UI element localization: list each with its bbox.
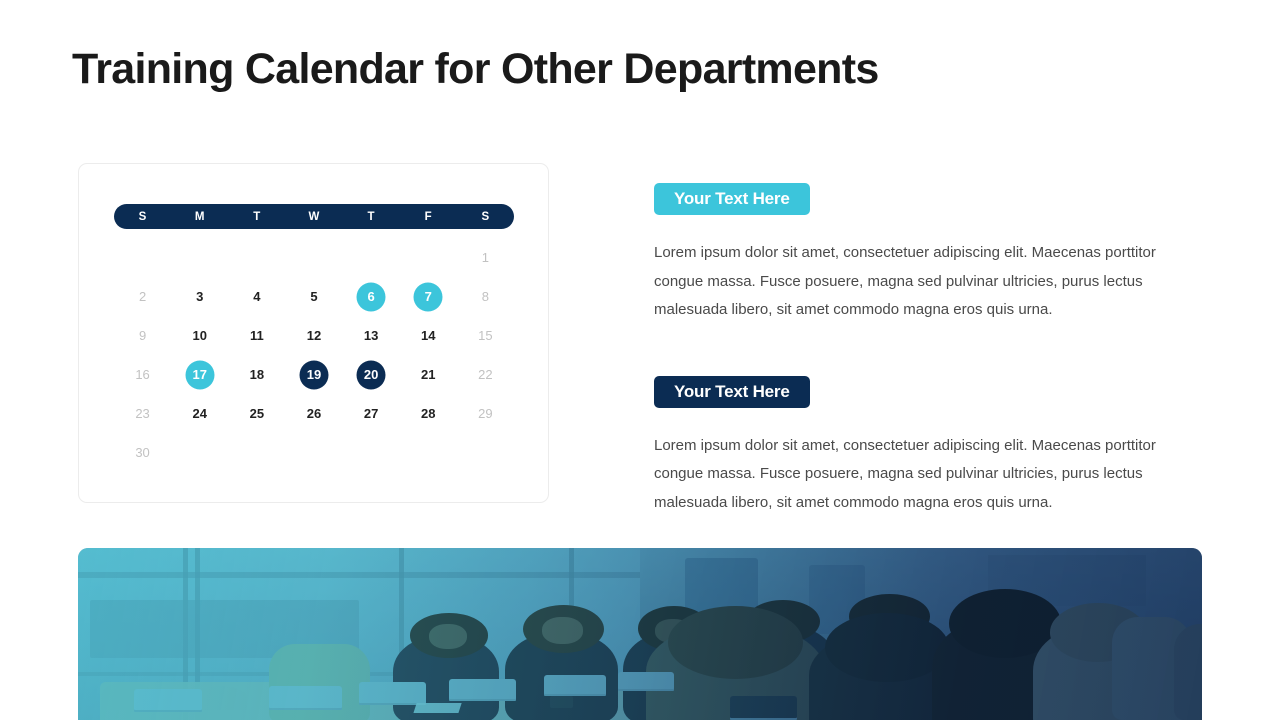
calendar-day-cell-empty <box>343 433 400 472</box>
calendar-day-cell[interactable]: 22 <box>457 355 514 394</box>
weekday-label-sat: S <box>481 210 490 223</box>
calendar-day-cell[interactable]: 2 <box>114 277 171 316</box>
calendar-grid: 1 2 3 4 5 6 7 8 9 10 11 12 13 14 15 16 17 18 19 20 21 22 23 24 2… <box>114 238 514 472</box>
weekday-label-mon: M <box>194 210 205 223</box>
calendar-day-number: 5 <box>310 289 318 304</box>
calendar-day-number: 3 <box>196 289 204 304</box>
calendar-day-cell-empty <box>228 238 285 277</box>
calendar-day-number: 7 <box>424 289 432 304</box>
calendar-day-cell[interactable]: 9 <box>114 316 171 355</box>
calendar-day-cell-empty <box>400 433 457 472</box>
calendar-day-number: 11 <box>249 328 264 343</box>
calendar-day-cell-empty <box>343 238 400 277</box>
calendar-day-cell[interactable]: 18 <box>228 355 285 394</box>
calendar-day-cell[interactable]: 30 <box>114 433 171 472</box>
calendar-day-number: 29 <box>478 406 493 421</box>
weekday-label-sun: S <box>138 210 147 223</box>
your-text-here-button-secondary[interactable]: Your Text Here <box>654 375 810 408</box>
calendar-card: S M T W T F S 1 2 3 4 5 6 7 8 9 10 11 12 13 14 15 16 17 1… <box>78 163 549 503</box>
calendar-day-number: 23 <box>135 406 150 421</box>
calendar-day-number: 28 <box>421 406 436 421</box>
calendar-weekday-header: S M T W T F S <box>114 204 514 229</box>
calendar-week-row: 2 3 4 5 6 7 8 <box>114 277 514 316</box>
calendar-week-row: 30 <box>114 433 514 472</box>
your-text-here-button-primary[interactable]: Your Text Here <box>654 183 810 215</box>
calendar-day-number: 30 <box>135 445 150 460</box>
calendar-day-number: 13 <box>363 328 379 343</box>
calendar-day-number: 21 <box>421 367 436 382</box>
content-block-2: Your Text Here Lorem ipsum dolor sit ame… <box>654 375 1194 518</box>
calendar-day-cell[interactable]: 24 <box>171 394 228 433</box>
calendar-day-cell[interactable]: 5 <box>285 277 342 316</box>
calendar-day-cell[interactable]: 29 <box>457 394 514 433</box>
page-title: Training Calendar for Other Departments <box>72 45 879 93</box>
content-paragraph-1: Lorem ipsum dolor sit amet, consectetuer… <box>654 244 1156 318</box>
calendar-day-cell-empty <box>114 238 171 277</box>
calendar-day-cell[interactable]: 13 <box>343 316 400 355</box>
content-block-1: Your Text Here Lorem ipsum dolor sit ame… <box>654 183 1194 325</box>
calendar-day-number: 4 <box>253 289 261 304</box>
calendar-day-number: 8 <box>481 289 490 304</box>
calendar-day-cell[interactable]: 23 <box>114 394 171 433</box>
calendar-day-cell-empty <box>285 433 342 472</box>
calendar-day-cell[interactable]: 7 <box>400 277 457 316</box>
calendar-day-cell[interactable]: 12 <box>285 316 342 355</box>
content-column: Your Text Here Lorem ipsum dolor sit ame… <box>654 183 1194 517</box>
calendar-day-cell[interactable]: 16 <box>114 355 171 394</box>
weekday-label-wed: W <box>308 210 320 223</box>
photo-color-tint-overlay <box>78 548 1202 720</box>
calendar-day-cell[interactable]: 21 <box>400 355 457 394</box>
calendar-day-cell[interactable]: 15 <box>457 316 514 355</box>
meeting-photo-banner <box>78 548 1202 720</box>
calendar-day-cell[interactable]: 19 <box>285 355 342 394</box>
calendar-day-cell[interactable]: 17 <box>171 355 228 394</box>
calendar-day-number: 24 <box>192 406 207 421</box>
calendar-day-cell-empty <box>171 238 228 277</box>
calendar-day-cell-empty <box>400 238 457 277</box>
calendar-day-cell[interactable]: 11 <box>228 316 285 355</box>
content-paragraph-2: Lorem ipsum dolor sit amet, consectetuer… <box>654 436 1156 511</box>
calendar-day-number: 17 <box>192 367 207 382</box>
calendar-day-cell[interactable]: 20 <box>343 355 400 394</box>
calendar-day-number: 9 <box>138 328 147 343</box>
calendar-day-number: 2 <box>138 289 147 304</box>
calendar-day-cell[interactable]: 6 <box>343 277 400 316</box>
calendar-day-cell[interactable]: 4 <box>228 277 285 316</box>
calendar-day-cell[interactable]: 8 <box>457 277 514 316</box>
calendar-day-cell[interactable]: 28 <box>400 394 457 433</box>
calendar-day-cell[interactable]: 27 <box>343 394 400 433</box>
weekday-label-thu: T <box>367 210 375 223</box>
calendar-day-number: 16 <box>135 367 150 382</box>
weekday-label-tue: T <box>253 210 261 223</box>
calendar-day-cell-empty <box>285 238 342 277</box>
calendar-week-row: 9 10 11 12 13 14 15 <box>114 316 514 355</box>
calendar-day-cell[interactable]: 26 <box>285 394 342 433</box>
calendar-day-number: 14 <box>421 328 436 343</box>
calendar-day-number: 6 <box>367 289 375 304</box>
calendar-day-number: 10 <box>192 328 207 343</box>
calendar-day-number: 19 <box>306 367 322 382</box>
calendar-week-row: 1 <box>114 238 514 277</box>
calendar-day-cell[interactable]: 1 <box>457 238 514 277</box>
calendar-day-cell-empty <box>171 433 228 472</box>
calendar-day-number: 27 <box>363 406 379 421</box>
calendar-day-number: 15 <box>478 328 493 343</box>
calendar-day-number: 25 <box>249 406 265 421</box>
calendar-day-cell[interactable]: 14 <box>400 316 457 355</box>
calendar-day-cell[interactable]: 3 <box>171 277 228 316</box>
calendar-day-number: 18 <box>249 367 265 382</box>
calendar-week-row: 23 24 25 26 27 28 29 <box>114 394 514 433</box>
weekday-label-fri: F <box>424 210 432 223</box>
calendar-day-cell[interactable]: 25 <box>228 394 285 433</box>
calendar-day-cell-empty <box>457 433 514 472</box>
calendar-week-row: 16 17 18 19 20 21 22 <box>114 355 514 394</box>
calendar-day-number: 20 <box>363 367 379 382</box>
calendar-day-number: 22 <box>478 367 493 382</box>
calendar-day-cell[interactable]: 10 <box>171 316 228 355</box>
calendar-day-number: 26 <box>306 406 322 421</box>
calendar-day-cell-empty <box>228 433 285 472</box>
calendar-day-number: 1 <box>481 250 490 265</box>
calendar-day-number: 12 <box>306 328 322 343</box>
